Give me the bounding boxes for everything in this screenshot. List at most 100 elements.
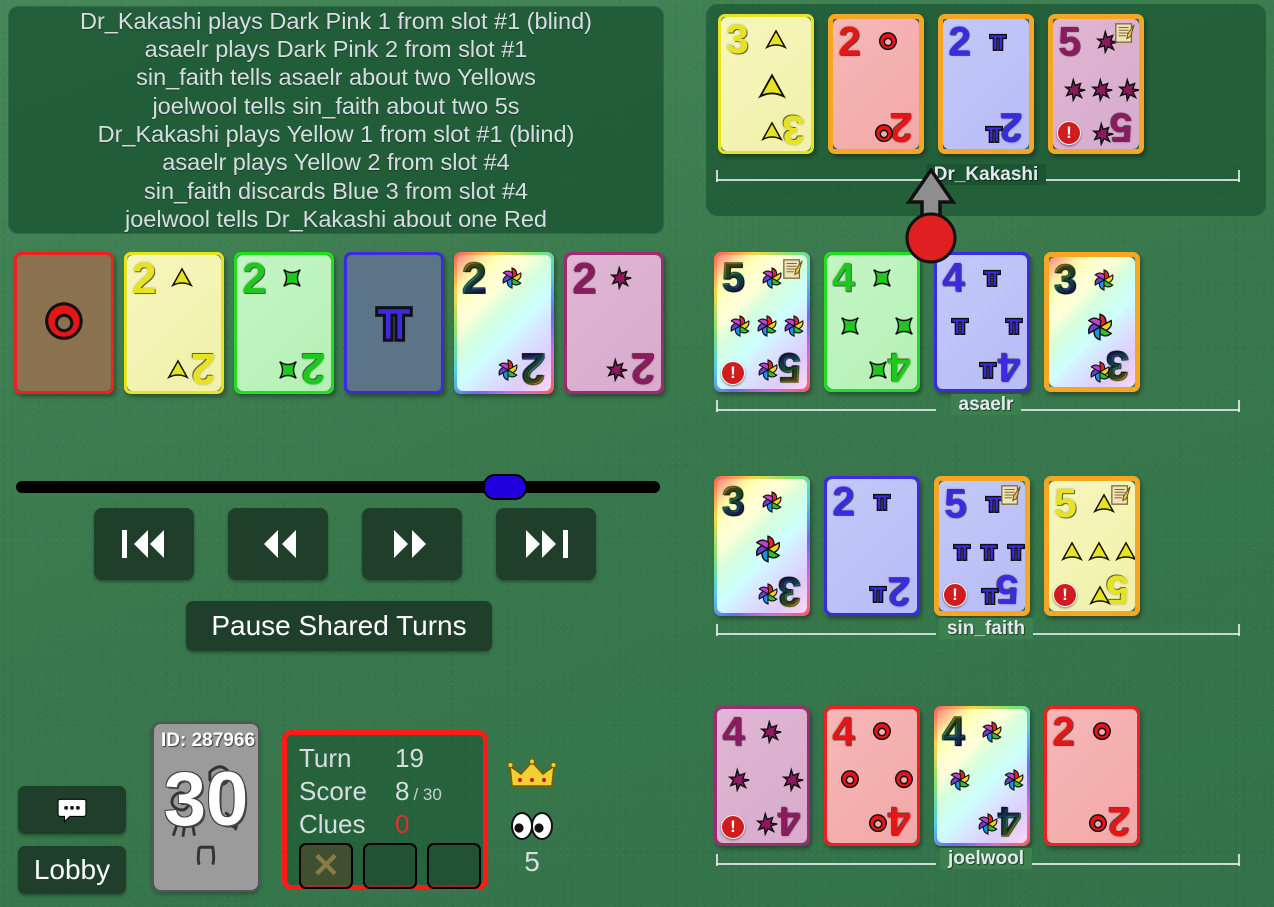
pause-shared-turns-button[interactable]: Pause Shared Turns: [186, 601, 492, 651]
hand-cards: 3 3 2 2 2 2 5 5!: [718, 14, 1144, 154]
card[interactable]: 4 4!: [714, 706, 810, 846]
clues-value: 0: [395, 809, 410, 839]
suit-pip-green: [893, 315, 915, 337]
chat-button[interactable]: [18, 786, 126, 834]
card[interactable]: 22: [824, 476, 920, 616]
lobby-button[interactable]: Lobby: [18, 846, 126, 894]
card[interactable]: 33: [718, 14, 814, 154]
critical-badge: !: [721, 815, 745, 839]
player-name: sin_faith: [716, 618, 1256, 640]
card[interactable]: 22: [564, 252, 664, 394]
card[interactable]: [14, 252, 114, 394]
suit-pip-blue: [949, 315, 971, 337]
card[interactable]: 5 5!: [714, 252, 810, 392]
suit-pip-green: [839, 315, 861, 337]
turn-row: Turn 19: [299, 743, 479, 777]
crown-icon: [508, 758, 556, 787]
card[interactable]: 44: [824, 706, 920, 846]
log-line: sin_faith tells asaelr about two Yellows: [136, 64, 536, 91]
note-icon[interactable]: [1114, 22, 1136, 44]
deck[interactable]: ID: 287966 30: [152, 722, 260, 892]
card[interactable]: 44: [934, 706, 1030, 846]
rewind-button[interactable]: [228, 508, 328, 580]
playback-slider-track[interactable]: [16, 481, 660, 493]
card[interactable]: 22: [454, 252, 554, 394]
clues-label: Clues: [299, 809, 366, 839]
critical-badge: !: [943, 583, 967, 607]
log-line: Dr_Kakashi plays Dark Pink 1 from slot #…: [80, 7, 592, 34]
suit-pip-yellow: [1115, 541, 1135, 563]
suit-pip-red: [1087, 813, 1109, 835]
note-icon[interactable]: [1110, 484, 1132, 506]
suit-pip-pink: [1090, 77, 1114, 103]
card-pips: [1047, 709, 1137, 843]
turn-value: 19: [395, 743, 424, 773]
card-pips: [827, 479, 917, 613]
hand-cards: 3 3 2 2 5 5! 5 5!: [714, 476, 1140, 616]
suit-pip-blue: [981, 267, 1003, 289]
play-stacks: 22222222: [14, 252, 664, 394]
log-line: asaelr plays Dark Pink 2 from slot #1: [144, 36, 528, 63]
card[interactable]: 22: [828, 14, 924, 154]
suit-pip-pink: [605, 357, 629, 383]
game-log[interactable]: Dr_Kakashi plays Dark Pink 1 from slot #…: [8, 6, 664, 234]
critical-badge: !: [1057, 121, 1081, 145]
suit-pip-yellow: [1061, 541, 1083, 563]
note-icon[interactable]: [1000, 484, 1022, 506]
suit-pip-red: [839, 769, 861, 791]
log-line: joelwool tells sin_faith about two 5s: [152, 92, 520, 119]
card[interactable]: 33: [714, 476, 810, 616]
log-line: sin_faith discards Blue 3 from slot #4: [143, 177, 529, 204]
clues-row: Clues 0: [299, 809, 479, 843]
suit-pip-yellow: [1089, 585, 1111, 607]
hand-cards: 4 4! 4 4 4 4 2 2: [714, 706, 1140, 846]
suit-pip-rainbow: [761, 267, 783, 289]
go-to-start-button[interactable]: [94, 508, 194, 580]
suit-pip-pink: [727, 767, 751, 793]
skip-forward-icon: [526, 530, 568, 558]
card[interactable]: [344, 252, 444, 394]
playback-slider-thumb[interactable]: [483, 474, 528, 500]
fast-forward-button[interactable]: [362, 508, 462, 580]
card[interactable]: 5 5!: [1044, 476, 1140, 616]
suit-pip-red: [877, 31, 899, 53]
go-to-end-button[interactable]: [496, 508, 596, 580]
turn-arrow-icon: [905, 168, 957, 264]
card-pips: [237, 255, 331, 391]
card[interactable]: 5 5!: [1048, 14, 1144, 154]
card[interactable]: 5 5!: [934, 476, 1030, 616]
card[interactable]: 22: [234, 252, 334, 394]
rewind-icon: [264, 530, 296, 558]
card[interactable]: 44: [824, 252, 920, 392]
suit-pip-rainbow: [761, 491, 783, 513]
note-icon[interactable]: [782, 258, 804, 280]
strike-slot-2: [363, 843, 417, 889]
card[interactable]: 22: [938, 14, 1034, 154]
suit-pip-blue: [1003, 315, 1025, 337]
card[interactable]: 22: [124, 252, 224, 394]
card-pips: [827, 709, 917, 843]
suit-pip-rainbow: [729, 315, 751, 337]
suit-pip-rainbow: [757, 583, 779, 605]
suit-pip-rainbow: [1003, 769, 1025, 791]
suit-pip-blue: [1005, 541, 1025, 563]
suit-pip-pink: [759, 719, 783, 745]
suit-pip-rainbow: [754, 535, 782, 563]
card[interactable]: 22: [1044, 706, 1140, 846]
card-pips: [1049, 257, 1135, 387]
suit-pip-yellow: [765, 29, 787, 51]
suit-pip-green: [867, 359, 889, 381]
player-hand-Dr_Kakashi: 3 3 2 2 2 2 5 5! Dr_Kakashi: [706, 4, 1266, 216]
suit-pip-rainbow: [501, 267, 523, 289]
suit-pip-yellow: [1088, 541, 1110, 563]
player-name: asaelr: [716, 394, 1256, 416]
card[interactable]: 44: [934, 252, 1030, 392]
score-max: / 30: [413, 785, 442, 804]
suit-pip-rainbow: [783, 315, 805, 337]
player-name: Dr_Kakashi: [716, 164, 1256, 186]
left-panel: Dr_Kakashi plays Dark Pink 1 from slot #…: [0, 0, 672, 907]
card-pips: [937, 709, 1027, 843]
suit-pip-rainbow: [1093, 269, 1115, 291]
suit-pip-green: [277, 359, 299, 381]
card[interactable]: 33: [1044, 252, 1140, 392]
